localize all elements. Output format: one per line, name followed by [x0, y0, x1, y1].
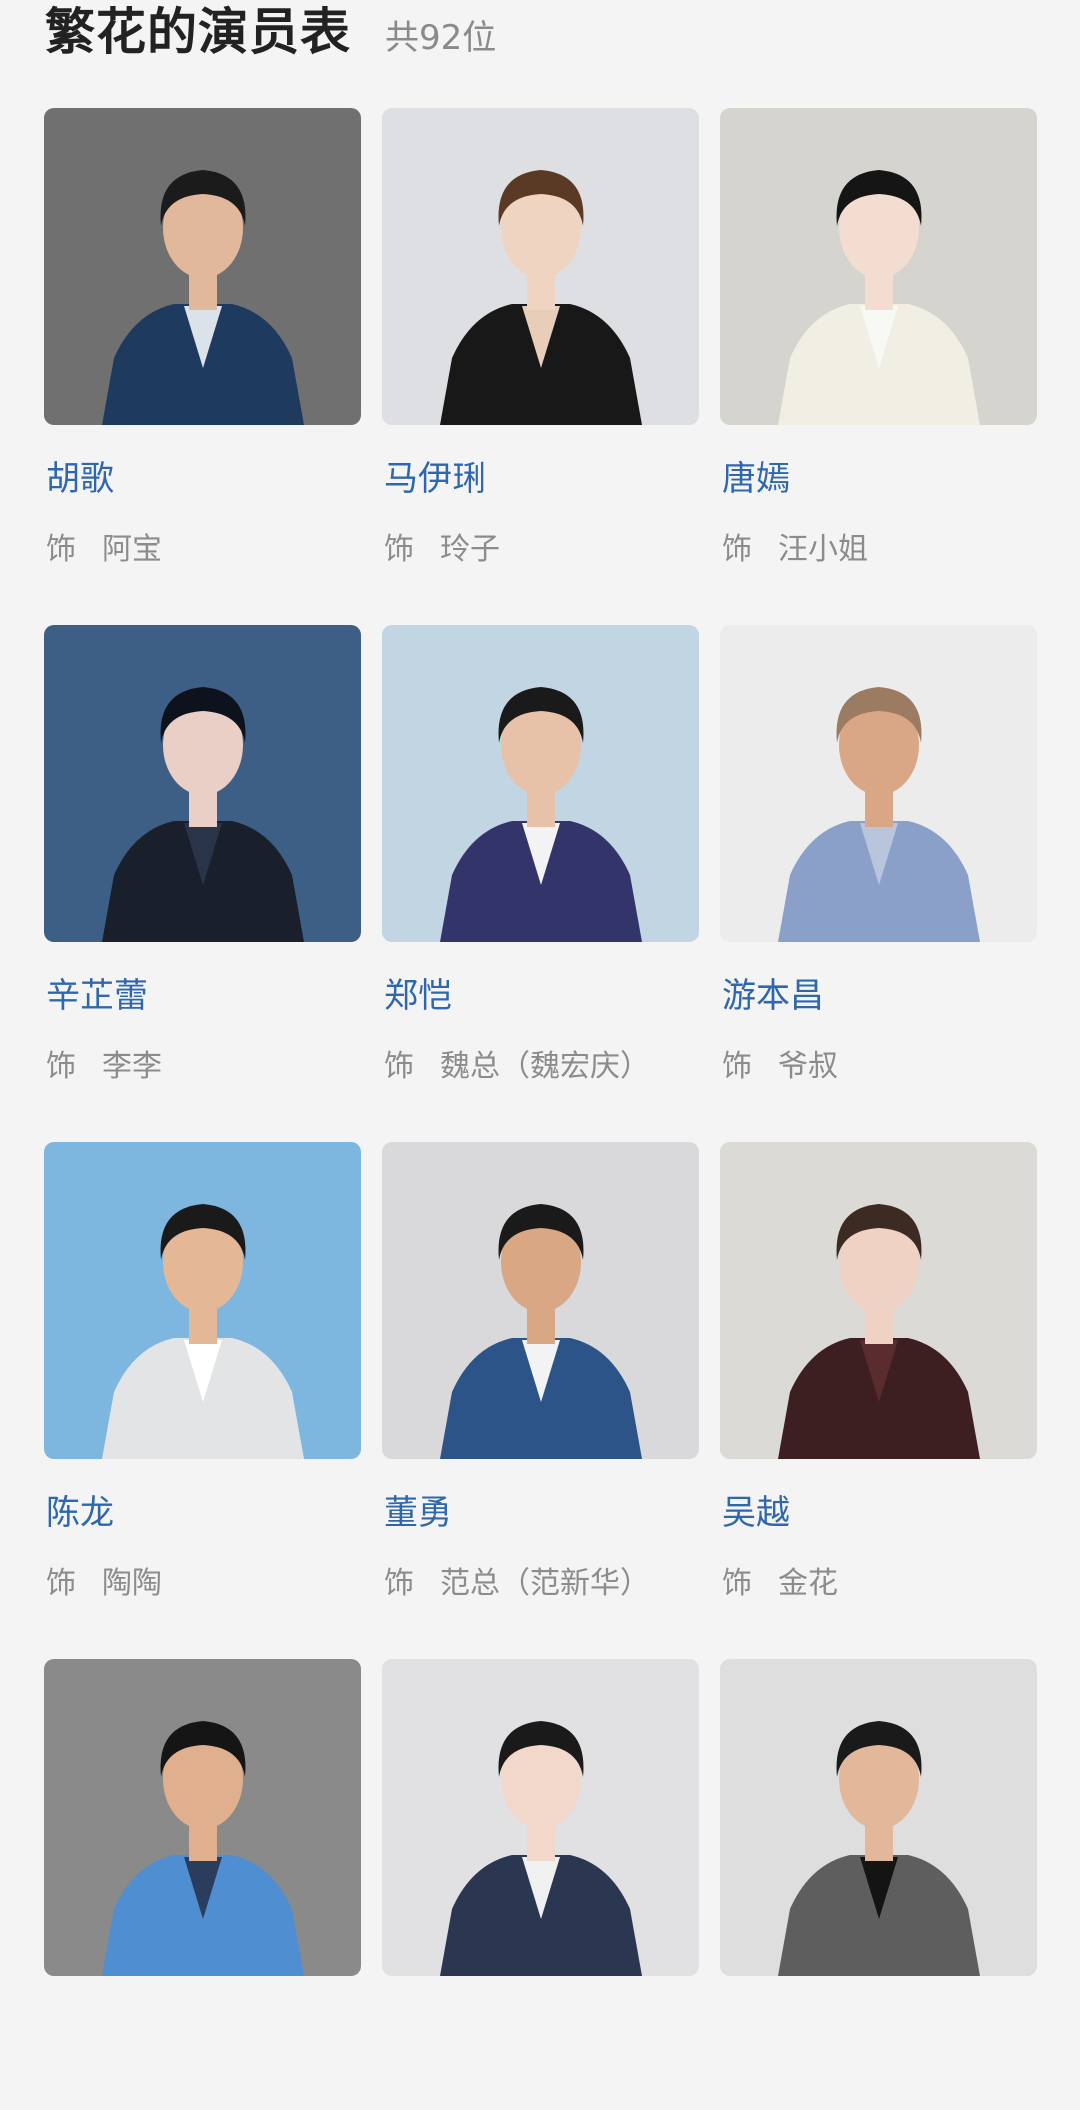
- cast-card[interactable]: 郑恺饰魏总（魏宏庆）: [382, 625, 699, 1084]
- role-line: 饰爷叔: [722, 1041, 838, 1085]
- role-name: 阿宝: [102, 532, 162, 567]
- cast-card[interactable]: [382, 1659, 699, 1976]
- actor-photo[interactable]: [382, 108, 699, 425]
- role-line: 饰范总（范新华）: [384, 1558, 650, 1602]
- actor-name[interactable]: 辛芷蕾: [46, 968, 148, 1017]
- cast-card[interactable]: 陈龙饰陶陶: [44, 1142, 361, 1601]
- actor-photo[interactable]: [382, 625, 699, 942]
- role-prefix: 饰: [722, 1049, 752, 1084]
- role-line: 饰李李: [46, 1041, 162, 1085]
- role-name: 陶陶: [102, 1566, 162, 1601]
- cast-header: 繁花的演员表 共92位: [45, 0, 496, 64]
- role-name: 汪小姐: [778, 532, 868, 567]
- actor-photo[interactable]: [720, 108, 1037, 425]
- actor-photo[interactable]: [720, 1659, 1037, 1976]
- actor-name[interactable]: 董勇: [384, 1485, 452, 1534]
- actor-photo[interactable]: [382, 1142, 699, 1459]
- role-line: 饰陶陶: [46, 1558, 162, 1602]
- role-prefix: 饰: [722, 1566, 752, 1601]
- role-line: [46, 2075, 72, 2110]
- cast-card[interactable]: 胡歌饰阿宝: [44, 108, 361, 567]
- actor-name[interactable]: 马伊琍: [384, 451, 486, 500]
- role-prefix: 饰: [384, 1566, 414, 1601]
- actor-photo[interactable]: [382, 1659, 699, 1976]
- actor-photo[interactable]: [44, 625, 361, 942]
- role-prefix: 饰: [46, 532, 76, 567]
- actor-name[interactable]: 郑恺: [384, 968, 452, 1017]
- actor-photo[interactable]: [720, 1142, 1037, 1459]
- role-line: 饰玲子: [384, 524, 500, 568]
- actor-name[interactable]: 游本昌: [722, 968, 824, 1017]
- role-prefix: 饰: [46, 1566, 76, 1601]
- actor-name[interactable]: 吴越: [722, 1485, 790, 1534]
- role-name: 李李: [102, 1049, 162, 1084]
- role-name: 范总（范新华）: [440, 1566, 650, 1601]
- role-line: [722, 2075, 748, 2110]
- actor-name[interactable]: 胡歌: [46, 451, 114, 500]
- role-line: [384, 2075, 410, 2110]
- actor-photo[interactable]: [44, 108, 361, 425]
- role-name: 金花: [778, 1566, 838, 1601]
- actor-photo[interactable]: [44, 1142, 361, 1459]
- cast-card[interactable]: 董勇饰范总（范新华）: [382, 1142, 699, 1601]
- cast-card[interactable]: 辛芷蕾饰李李: [44, 625, 361, 1084]
- role-name: 爷叔: [778, 1049, 838, 1084]
- cast-card[interactable]: 吴越饰金花: [720, 1142, 1037, 1601]
- actor-photo[interactable]: [44, 1659, 361, 1976]
- role-line: 饰魏总（魏宏庆）: [384, 1041, 650, 1085]
- actor-name[interactable]: 唐嫣: [722, 451, 790, 500]
- role-prefix: 饰: [384, 1049, 414, 1084]
- cast-card[interactable]: [44, 1659, 361, 1976]
- role-prefix: 饰: [46, 1049, 76, 1084]
- role-prefix: 饰: [384, 532, 414, 567]
- cast-card[interactable]: 马伊琍饰玲子: [382, 108, 699, 567]
- role-line: 饰金花: [722, 1558, 838, 1602]
- role-name: 玲子: [440, 532, 500, 567]
- role-line: 饰阿宝: [46, 524, 162, 568]
- cast-count: 共92位: [385, 18, 497, 58]
- cast-card[interactable]: [720, 1659, 1037, 1976]
- role-name: 魏总（魏宏庆）: [440, 1049, 650, 1084]
- page-title: 繁花的演员表: [45, 3, 351, 61]
- actor-name[interactable]: 陈龙: [46, 1485, 114, 1534]
- cast-card[interactable]: 游本昌饰爷叔: [720, 625, 1037, 1084]
- role-line: 饰汪小姐: [722, 524, 868, 568]
- cast-card[interactable]: 唐嫣饰汪小姐: [720, 108, 1037, 567]
- role-prefix: 饰: [722, 532, 752, 567]
- actor-photo[interactable]: [720, 625, 1037, 942]
